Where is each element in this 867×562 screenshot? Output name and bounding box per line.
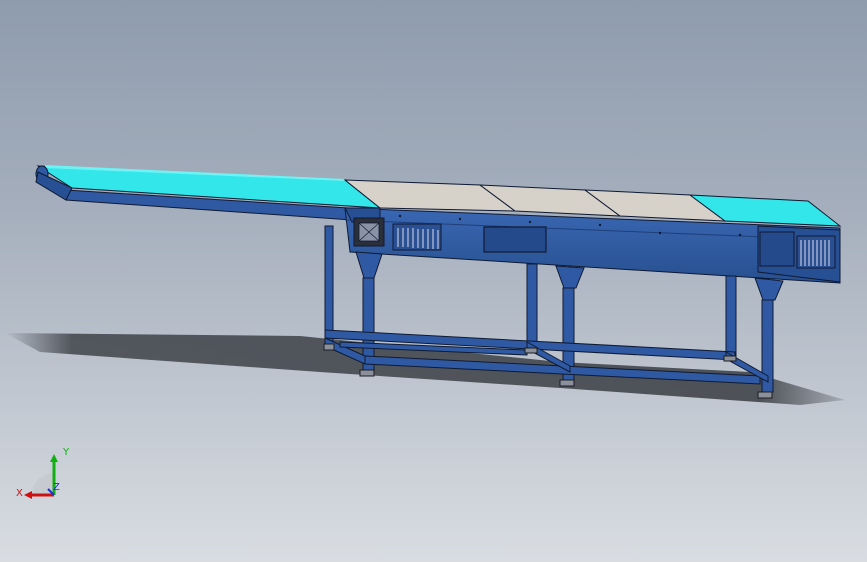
y-axis-label: Y <box>62 447 70 458</box>
x-axis-label: X <box>16 488 23 499</box>
y-axis-arrow <box>50 454 58 462</box>
vent-grille-right <box>796 235 836 269</box>
x-axis-arrow <box>24 491 32 499</box>
z-axis-label: Z <box>53 482 60 493</box>
conveyor-model <box>5 165 845 405</box>
vent-grille <box>392 223 442 251</box>
cad-viewport[interactable]: Y X Z <box>0 0 867 562</box>
coordinate-triad: Y X Z <box>16 447 70 499</box>
access-panel <box>483 226 547 253</box>
